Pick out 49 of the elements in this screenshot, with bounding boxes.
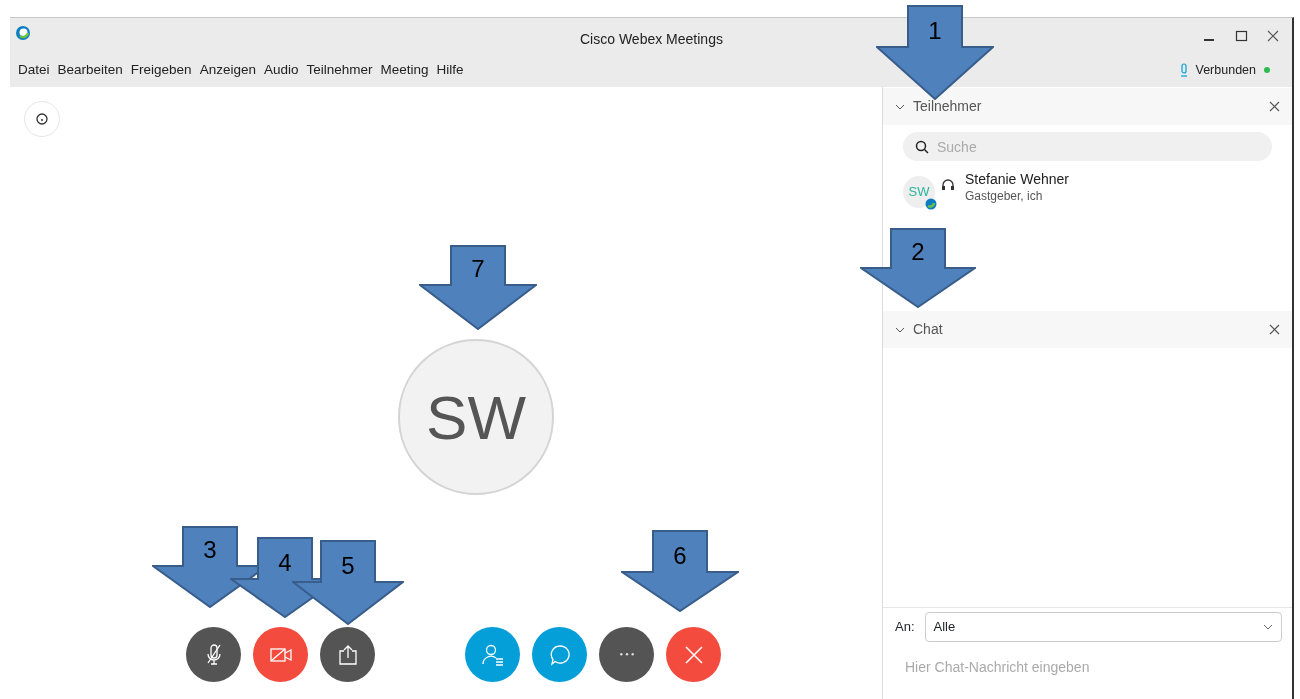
menu-item[interactable]: Meeting — [380, 59, 429, 81]
chat-button[interactable] — [532, 627, 587, 682]
info-button[interactable] — [24, 101, 60, 137]
panel-title: Teilnehmer — [913, 97, 982, 116]
recipient-label: An: — [895, 618, 915, 637]
app-logo — [15, 25, 31, 41]
callout-number: 5 — [340, 551, 356, 581]
menu-item[interactable]: Hilfe — [436, 59, 464, 81]
close-icon[interactable] — [1266, 29, 1280, 43]
search-icon — [915, 140, 929, 154]
maximize-icon[interactable] — [1234, 29, 1248, 43]
headset-icon — [941, 178, 955, 192]
caret-icon — [1263, 623, 1273, 631]
callout-number: 3 — [202, 535, 218, 565]
menu-item[interactable]: Bearbeiten — [57, 59, 123, 81]
participant-name: Stefanie Wehner — [965, 170, 1070, 188]
mute-button[interactable] — [186, 627, 241, 682]
info-icon — [36, 113, 48, 125]
panel-header[interactable]: Chat — [883, 311, 1292, 348]
end-meeting-button[interactable] — [666, 627, 721, 682]
close-icon[interactable] — [1269, 101, 1280, 112]
connection-status: Verbunden — [1195, 61, 1256, 79]
avatar: SW — [398, 339, 554, 495]
menu-item[interactable]: Teilnehmer — [306, 59, 373, 81]
participants-icon — [480, 642, 505, 667]
status-badge-icon — [925, 198, 937, 210]
callout-number: 7 — [470, 254, 486, 284]
menu-item[interactable]: Anzeigen — [199, 59, 256, 81]
search-field[interactable]: Suche — [903, 132, 1272, 161]
panel-title: Chat — [913, 320, 943, 339]
participants-button[interactable] — [465, 627, 520, 682]
recipient-dropdown[interactable]: Alle — [924, 612, 1282, 642]
microphone-icon — [1179, 63, 1188, 77]
participant-role: Gastgeber, ich — [965, 188, 1044, 206]
more-button[interactable] — [599, 627, 654, 682]
callout-number: 1 — [927, 16, 943, 46]
menu-item[interactable]: Audio — [263, 59, 299, 81]
callout-number: 2 — [910, 237, 926, 267]
video-button[interactable] — [253, 627, 308, 682]
panel-header[interactable]: Teilnehmer — [883, 88, 1292, 125]
share-button[interactable] — [320, 627, 375, 682]
menu-item[interactable]: Freigeben — [130, 59, 192, 81]
menu-item[interactable]: Datei — [18, 59, 50, 81]
avatar-initials: SW — [908, 183, 930, 202]
callout-number: 6 — [672, 541, 688, 571]
window-title: Cisco Webex Meetings — [580, 30, 723, 49]
callout-number: 4 — [277, 548, 293, 578]
more-icon — [619, 653, 634, 656]
close-icon[interactable] — [1269, 324, 1280, 335]
